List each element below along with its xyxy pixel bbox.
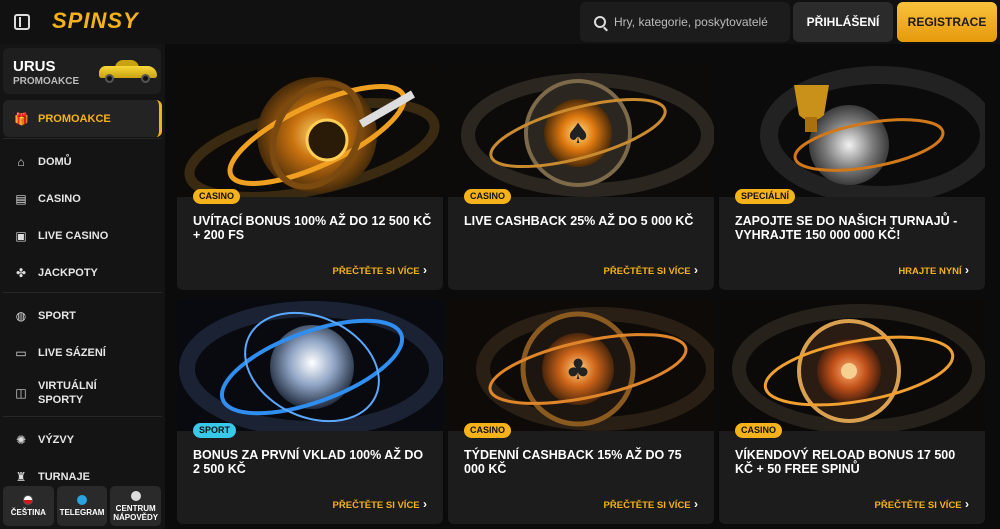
category-badge: CASINO	[193, 189, 241, 204]
read-more-link[interactable]: PŘEČTĚTE SI VÍCE	[604, 263, 698, 277]
telegram-button[interactable]: TELEGRAM	[56, 486, 108, 526]
challenge-icon: ✺	[15, 432, 27, 447]
logo[interactable]: SPINSY	[52, 8, 139, 34]
car-image	[99, 60, 157, 83]
sidebar-item-live-betting[interactable]: ▭ LIVE SÁZENÍ	[0, 334, 165, 371]
clover-icon: ✤	[15, 265, 27, 280]
promo-card-title: VÍKENDOVÝ RELOAD BONUS 17 500 KČ + 50 FR…	[735, 448, 956, 476]
live-casino-icon: ▣	[15, 228, 27, 243]
sidebar-toggle-icon[interactable]	[14, 14, 30, 30]
sidebar-item-label: VÝZVY	[38, 433, 75, 446]
category-badge: SPECIÁLNÍ	[735, 189, 796, 204]
sidebar-item-jackpots[interactable]: ✤ JACKPOTY	[0, 254, 165, 291]
sidebar-item-casino[interactable]: ▤ CASINO	[0, 180, 165, 217]
promo-banner-title: URUS	[13, 58, 56, 75]
flag-cz-icon	[23, 495, 34, 505]
promo-card-title: LIVE CASHBACK 25% AŽ DO 5 000 KČ	[464, 214, 694, 228]
sidebar-bottom-buttons: ČEŠTINA TELEGRAM CENTRUM NÁPOVĚDY	[3, 486, 162, 526]
promo-card-image: ♣	[448, 299, 714, 431]
sidebar-item-home[interactable]: ⌂ DOMŮ	[0, 143, 165, 180]
sidebar-item-label: DOMŮ	[38, 155, 72, 168]
language-button[interactable]: ČEŠTINA	[3, 486, 54, 526]
category-badge: SPORT	[193, 423, 237, 438]
top-bar: SPINSY PŘIHLÁŠENÍ REGISTRACE	[0, 0, 1000, 44]
promo-card-title: BONUS ZA PRVNÍ VKLAD 100% AŽ DO 2 500 KČ	[193, 448, 424, 476]
sidebar-item-label: LIVE CASINO	[38, 229, 109, 242]
promo-banner-subtitle: PROMOAKCE	[13, 76, 80, 87]
search-input[interactable]	[614, 15, 784, 29]
search-icon	[594, 16, 606, 28]
promo-card-image	[177, 65, 443, 197]
promo-card[interactable]: ♣ CASINO TÝDENNÍ CASHBACK 15% AŽ DO 75 0…	[448, 299, 714, 524]
promo-card-image: ♠	[448, 65, 714, 197]
sidebar-item-challenges[interactable]: ✺ VÝZVY	[0, 421, 165, 458]
sidebar-item-label: CASINO	[38, 192, 81, 205]
divider	[3, 416, 162, 417]
ball-icon: ◍	[15, 308, 27, 323]
promotions-grid: CASINO UVÍTACÍ BONUS 100% AŽ DO 12 500 K…	[165, 44, 1000, 529]
help-center-label: CENTRUM NÁPOVĚDY	[113, 503, 159, 522]
trophy-icon: ♜	[15, 469, 27, 484]
promo-card[interactable]: ♠ CASINO LIVE CASHBACK 25% AŽ DO 5 000 K…	[448, 65, 714, 290]
promo-card[interactable]: CASINO UVÍTACÍ BONUS 100% AŽ DO 12 500 K…	[177, 65, 443, 290]
telegram-label: TELEGRAM	[59, 508, 105, 517]
promo-card-image	[719, 65, 985, 197]
category-badge: CASINO	[735, 423, 783, 438]
language-label: ČEŠTINA	[10, 508, 46, 517]
divider	[3, 292, 162, 293]
svg-text:♠: ♠	[565, 117, 590, 150]
sidebar-item-label: PROMOAKCE	[38, 112, 111, 125]
gamepad-icon: ◫	[15, 386, 27, 400]
sidebar-item-label: JACKPOTY	[38, 266, 98, 279]
svg-text:♣: ♣	[565, 353, 590, 386]
login-button[interactable]: PŘIHLÁŠENÍ	[793, 2, 893, 42]
promo-card-image	[719, 299, 985, 431]
read-more-link[interactable]: PŘEČTĚTE SI VÍCE	[604, 497, 698, 511]
category-badge: CASINO	[464, 189, 512, 204]
promo-card[interactable]: CASINO VÍKENDOVÝ RELOAD BONUS 17 500 KČ …	[719, 299, 985, 524]
sidebar-item-promotions[interactable]: 🎁 PROMOAKCE	[3, 100, 162, 137]
slot-machine-icon: ▤	[15, 191, 27, 206]
sidebar-item-live-casino[interactable]: ▣ LIVE CASINO	[0, 217, 165, 254]
search-box[interactable]	[580, 2, 790, 42]
help-icon	[130, 490, 141, 501]
sidebar-item-label: TURNAJE	[38, 470, 90, 483]
sidebar-item-label: LIVE SÁZENÍ	[38, 346, 106, 359]
divider	[3, 138, 162, 139]
gift-icon: 🎁	[14, 111, 29, 126]
sidebar-item-label: SPORT	[38, 309, 76, 322]
sidebar-item-label: VIRTUÁLNÍ SPORTY	[38, 380, 97, 406]
sidebar-item-sport[interactable]: ◍ SPORT	[0, 297, 165, 334]
read-more-link[interactable]: PŘEČTĚTE SI VÍCE	[333, 263, 427, 277]
read-more-link[interactable]: PŘEČTĚTE SI VÍCE	[333, 497, 427, 511]
read-more-link[interactable]: PŘEČTĚTE SI VÍCE	[875, 497, 969, 511]
telegram-icon	[77, 495, 87, 505]
home-icon: ⌂	[17, 154, 25, 169]
promo-card-title: ZAPOJTE SE DO NAŠICH TURNAJŮ - VYHRAJTE …	[735, 214, 958, 242]
sidebar-item-virtual-sports[interactable]: ◫ VIRTUÁLNÍ SPORTY	[0, 371, 165, 415]
promo-card[interactable]: SPORT BONUS ZA PRVNÍ VKLAD 100% AŽ DO 2 …	[177, 299, 443, 524]
play-now-link[interactable]: HRAJTE NYNÍ	[898, 263, 969, 277]
register-button[interactable]: REGISTRACE	[897, 2, 997, 42]
help-center-button[interactable]: CENTRUM NÁPOVĚDY	[110, 486, 162, 526]
promo-banner[interactable]: URUS PROMOAKCE	[3, 48, 161, 94]
promo-card[interactable]: SPECIÁLNÍ ZAPOJTE SE DO NAŠICH TURNAJŮ -…	[719, 65, 985, 290]
sidebar-nav: 🎁 PROMOAKCE ⌂ DOMŮ ▤ CASINO ▣ LIVE CASIN…	[0, 100, 165, 495]
live-betting-icon: ▭	[15, 345, 27, 360]
promo-card-title: UVÍTACÍ BONUS 100% AŽ DO 12 500 KČ + 200…	[193, 214, 432, 242]
sidebar: URUS PROMOAKCE 🎁 PROMOAKCE ⌂ DOMŮ ▤ CASI…	[0, 44, 165, 529]
promo-card-image	[177, 299, 443, 431]
promo-card-title: TÝDENNÍ CASHBACK 15% AŽ DO 75 000 KČ	[464, 448, 682, 476]
category-badge: CASINO	[464, 423, 512, 438]
